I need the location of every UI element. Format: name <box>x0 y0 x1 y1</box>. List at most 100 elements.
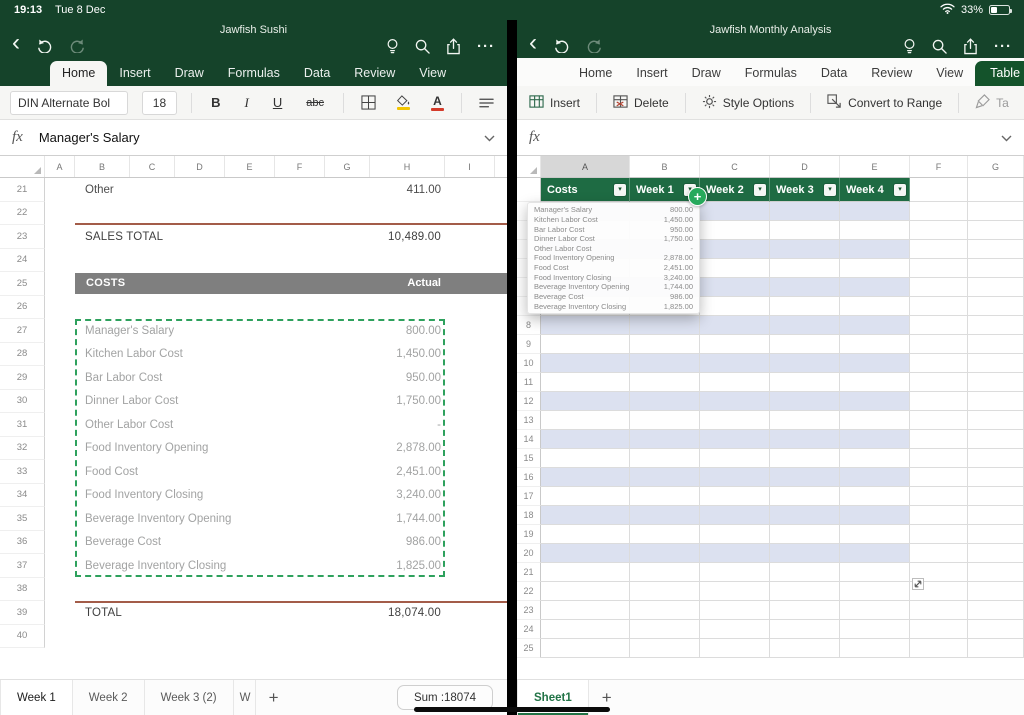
row-cells[interactable]: Dinner Labor Cost 1,750.00 <box>45 390 507 414</box>
row-number[interactable]: 37 <box>0 554 45 578</box>
grid-cell[interactable] <box>968 601 1024 620</box>
grid-cell[interactable] <box>968 373 1024 392</box>
grid-cell[interactable] <box>840 544 910 563</box>
column-header-b[interactable]: B <box>75 156 130 177</box>
formula-bar-expand-chevron[interactable] <box>1001 129 1012 147</box>
column-header-i[interactable]: I <box>445 156 495 177</box>
grid-cell[interactable] <box>910 335 968 354</box>
ribbon-tab-home[interactable]: Home <box>50 60 108 86</box>
grid-cell[interactable] <box>700 544 770 563</box>
grid-cell[interactable] <box>770 449 840 468</box>
row-cells[interactable] <box>45 202 507 225</box>
grid-cell[interactable] <box>840 392 910 411</box>
grid-cell[interactable] <box>630 411 700 430</box>
undo-icon[interactable] <box>36 38 53 53</box>
grid-cell[interactable] <box>840 278 910 297</box>
ribbon-tab-data[interactable]: Data <box>292 61 342 87</box>
grid-cell[interactable] <box>700 582 770 601</box>
row-number[interactable]: 27 <box>0 319 45 343</box>
row-number[interactable]: 16 <box>517 468 541 487</box>
grid-cell[interactable] <box>541 430 630 449</box>
convert-to-range-button[interactable]: Convert to Range <box>825 91 944 115</box>
grid-cell[interactable] <box>910 506 968 525</box>
left-formula-bar[interactable]: fx Manager's Salary <box>0 120 507 156</box>
grid-cell[interactable] <box>968 506 1024 525</box>
grid-cell[interactable] <box>910 601 968 620</box>
grid-cell[interactable] <box>700 316 770 335</box>
grid-cell[interactable] <box>840 525 910 544</box>
grid-cell[interactable] <box>968 430 1024 449</box>
grid-cell[interactable] <box>840 354 910 373</box>
grid-cell[interactable] <box>770 544 840 563</box>
grid-cell[interactable] <box>910 430 968 449</box>
grid-cell[interactable] <box>968 354 1024 373</box>
grid-cell[interactable] <box>840 601 910 620</box>
row-number[interactable]: 25 <box>517 639 541 658</box>
grid-cell[interactable] <box>968 240 1024 259</box>
row-number[interactable]: 39 <box>0 601 45 625</box>
grid-cell[interactable] <box>910 202 968 221</box>
grid-cell[interactable] <box>700 411 770 430</box>
grid-cell[interactable] <box>541 316 630 335</box>
column-header-a[interactable]: A <box>541 156 630 177</box>
grid-cell[interactable] <box>630 373 700 392</box>
row-number[interactable]: 23 <box>517 601 541 620</box>
more-ellipsis-icon[interactable]: ··· <box>477 39 495 54</box>
row-number[interactable]: 24 <box>0 248 45 272</box>
table-header-cell-week-2[interactable]: Week 2 ▾ <box>700 178 770 202</box>
row-number[interactable]: 28 <box>0 342 45 366</box>
grid-cell[interactable] <box>840 335 910 354</box>
sheet-tab-w[interactable]: W <box>234 680 256 715</box>
grid-cell[interactable] <box>840 373 910 392</box>
row-cells[interactable]: Beverage Inventory Closing 1,825.00 <box>45 554 507 578</box>
redo-icon[interactable] <box>69 38 86 53</box>
underline-button[interactable]: U <box>268 93 287 112</box>
grid-cell[interactable] <box>910 639 968 658</box>
ribbon-tab-home[interactable]: Home <box>567 61 624 87</box>
row-cells[interactable]: Manager's Salary 800.00 <box>45 319 507 343</box>
row-number[interactable]: 21 <box>0 178 45 202</box>
delete-rows-button[interactable]: Delete <box>611 91 671 115</box>
row-cells[interactable]: COSTS Actual <box>45 272 507 296</box>
column-header-e[interactable]: E <box>840 156 910 177</box>
row-cells[interactable] <box>45 249 507 273</box>
grid-cell[interactable] <box>630 601 700 620</box>
table-styles-button-truncated[interactable]: Ta <box>973 91 1011 115</box>
grid-cell[interactable] <box>630 487 700 506</box>
grid-cell[interactable] <box>700 240 770 259</box>
ribbon-tab-formulas[interactable]: Formulas <box>733 61 809 87</box>
grid-cell[interactable] <box>630 430 700 449</box>
home-indicator[interactable] <box>414 707 610 712</box>
column-header-d[interactable]: D <box>175 156 225 177</box>
column-header-b[interactable]: B <box>630 156 700 177</box>
column-header-g[interactable]: G <box>325 156 370 177</box>
row-cells[interactable]: TOTAL 18,074.00 <box>45 601 507 625</box>
share-icon[interactable] <box>963 38 978 55</box>
grid-cell[interactable] <box>770 487 840 506</box>
grid-cell[interactable] <box>968 278 1024 297</box>
grid-cell[interactable] <box>968 335 1024 354</box>
grid-cell[interactable] <box>770 221 840 240</box>
grid-cell[interactable] <box>541 392 630 411</box>
grid-cell[interactable] <box>968 525 1024 544</box>
strikethrough-button[interactable]: abc <box>301 95 329 111</box>
row-number[interactable]: 29 <box>0 366 45 390</box>
grid-cell[interactable] <box>840 430 910 449</box>
row-number[interactable]: 19 <box>517 525 541 544</box>
grid-cell[interactable] <box>968 487 1024 506</box>
row-cells[interactable]: Other Labor Cost - <box>45 413 507 437</box>
grid-cell[interactable] <box>840 582 910 601</box>
redo-icon[interactable] <box>586 38 603 53</box>
grid-cell[interactable] <box>700 297 770 316</box>
row-number[interactable]: 21 <box>517 563 541 582</box>
grid-cell[interactable] <box>630 620 700 639</box>
font-size-select[interactable]: 18 <box>141 90 178 115</box>
style-options-button[interactable]: Style Options <box>700 91 796 115</box>
insert-rows-button[interactable]: Insert <box>527 91 582 115</box>
column-header-d[interactable]: D <box>770 156 840 177</box>
column-header-c[interactable]: C <box>700 156 770 177</box>
grid-cell[interactable] <box>910 240 968 259</box>
grid-cell[interactable] <box>910 354 968 373</box>
back-icon[interactable]: ‹ <box>529 31 537 55</box>
grid-cell[interactable] <box>541 335 630 354</box>
